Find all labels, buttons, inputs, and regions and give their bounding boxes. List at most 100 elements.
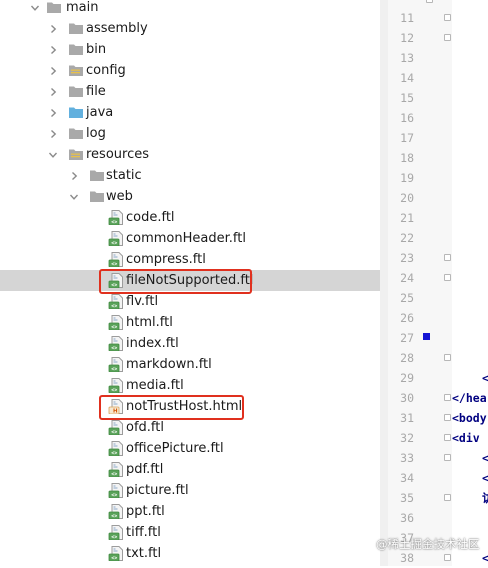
- tree-item-code-ftl[interactable]: <> code.ftl: [0, 207, 380, 228]
- tree-scrollbar[interactable]: [380, 0, 388, 566]
- line-number: 12: [400, 31, 414, 45]
- tree-item-resources[interactable]: resources: [0, 144, 380, 165]
- tree-item-tiff-ftl[interactable]: <> tiff.ftl: [0, 522, 380, 543]
- tree-item-label: ofd.ftl: [126, 420, 164, 435]
- fold-marker-icon[interactable]: [444, 274, 451, 281]
- fold-marker-icon[interactable]: [444, 394, 451, 401]
- line-number: 36: [400, 511, 414, 525]
- svg-text:<>: <>: [111, 388, 117, 394]
- tree-item-officepicture-ftl[interactable]: <> officePicture.ftl: [0, 438, 380, 459]
- bookmark-marker[interactable]: [423, 333, 430, 340]
- ftl-file-icon: <>: [108, 357, 124, 373]
- tree-item-file[interactable]: file: [0, 81, 380, 102]
- svg-text:<>: <>: [111, 430, 117, 436]
- chevron-right-icon[interactable]: [46, 18, 60, 39]
- fold-marker-icon[interactable]: [444, 494, 451, 501]
- line-number: 29: [400, 371, 414, 385]
- source-folder-icon: [68, 105, 84, 120]
- tree-item-label: html.ftl: [126, 315, 173, 330]
- tree-item-label: tiff.ftl: [126, 525, 161, 540]
- fold-marker-icon[interactable]: [426, 0, 433, 3]
- line-number: 14: [400, 71, 414, 85]
- fold-marker-icon[interactable]: [444, 14, 451, 21]
- line-number: 18: [400, 151, 414, 165]
- fold-marker-icon[interactable]: [444, 414, 451, 421]
- tree-item-label: txt.ftl: [126, 546, 162, 561]
- tree-item-label: pdf.ftl: [126, 462, 164, 477]
- tree-item-label: log: [86, 126, 106, 141]
- tree-item-java[interactable]: java: [0, 102, 380, 123]
- tree-item-picture-ftl[interactable]: <> picture.ftl: [0, 480, 380, 501]
- tree-item-label: commonHeader.ftl: [126, 231, 246, 246]
- tree-item-static[interactable]: static: [0, 165, 380, 186]
- folder-icon: [89, 168, 105, 183]
- code-editor[interactable]: < </hea <body <div < < 访 <: [452, 0, 488, 566]
- tree-item-ofd-ftl[interactable]: <> ofd.ftl: [0, 417, 380, 438]
- line-number: 17: [400, 131, 414, 145]
- ftl-file-icon: <>: [108, 336, 124, 352]
- chevron-right-icon[interactable]: [46, 60, 60, 81]
- tree-item-label: markdown.ftl: [126, 357, 212, 372]
- tree-item-index-ftl[interactable]: <> index.ftl: [0, 333, 380, 354]
- svg-text:<>: <>: [111, 367, 117, 373]
- chevron-right-icon[interactable]: [46, 123, 60, 144]
- tree-item-label: config: [86, 63, 126, 78]
- tree-item-html-ftl[interactable]: <> html.ftl: [0, 312, 380, 333]
- code-line: <: [482, 471, 488, 485]
- line-number: 11: [400, 11, 414, 25]
- tree-item-label: ppt.ftl: [126, 504, 165, 519]
- tree-item-label: main: [66, 0, 99, 15]
- tree-item-txt-ftl[interactable]: <> txt.ftl: [0, 543, 380, 564]
- tree-item-label: file: [86, 84, 106, 99]
- tree-item-ppt-ftl[interactable]: <> ppt.ftl: [0, 501, 380, 522]
- fold-marker-icon[interactable]: [444, 434, 451, 441]
- fold-marker-icon[interactable]: [444, 454, 451, 461]
- line-number: 22: [400, 231, 414, 245]
- tree-item-pdf-ftl[interactable]: <> pdf.ftl: [0, 459, 380, 480]
- tree-item-markdown-ftl[interactable]: <> markdown.ftl: [0, 354, 380, 375]
- ftl-file-icon: <>: [108, 441, 124, 457]
- tree-item-label: bin: [86, 42, 107, 57]
- line-number: 25: [400, 291, 414, 305]
- editor-gutter: 11 12 13 14 15 16 17 18 19 20 21 22 23 24 25 26 27 28 29 30…: [388, 0, 452, 566]
- fold-marker-icon[interactable]: [444, 354, 451, 361]
- line-number: 31: [400, 411, 414, 425]
- tree-item-label: web: [106, 189, 133, 204]
- fold-marker-icon[interactable]: [444, 554, 451, 561]
- ftl-file-icon: <>: [108, 252, 124, 268]
- chevron-right-icon[interactable]: [46, 39, 60, 60]
- tree-item-commonheader-ftl[interactable]: <> commonHeader.ftl: [0, 228, 380, 249]
- chevron-down-icon[interactable]: [46, 144, 60, 165]
- fold-marker-icon[interactable]: [444, 34, 451, 41]
- chevron-right-icon[interactable]: [67, 165, 81, 186]
- code-line: <: [482, 371, 488, 385]
- chevron-right-icon[interactable]: [46, 102, 60, 123]
- tree-item-flv-ftl[interactable]: <> flv.ftl: [0, 291, 380, 312]
- tree-item-assembly[interactable]: assembly: [0, 18, 380, 39]
- tree-item-compress-ftl[interactable]: <> compress.ftl: [0, 249, 380, 270]
- line-number: 15: [400, 91, 414, 105]
- tree-item-web[interactable]: web: [0, 186, 380, 207]
- code-line: 访: [482, 491, 488, 505]
- line-number: 23: [400, 251, 414, 265]
- line-number: 16: [400, 111, 414, 125]
- watermark: @稀土掘金技术社区: [376, 537, 480, 551]
- chevron-down-icon[interactable]: [67, 186, 81, 207]
- ftl-file-icon: <>: [108, 504, 124, 520]
- tree-item-bin[interactable]: bin: [0, 39, 380, 60]
- tree-item-media-ftl[interactable]: <> media.ftl: [0, 375, 380, 396]
- tree-item-main[interactable]: main: [0, 0, 380, 18]
- line-number: 35: [400, 491, 414, 505]
- tree-item-config[interactable]: config: [0, 60, 380, 81]
- line-number: 13: [400, 51, 414, 65]
- code-line: <body: [452, 411, 487, 425]
- tree-item-label: java: [86, 105, 114, 120]
- fold-marker-icon[interactable]: [444, 254, 451, 261]
- chevron-right-icon[interactable]: [46, 81, 60, 102]
- line-number: 32: [400, 431, 414, 445]
- line-number: 20: [400, 191, 414, 205]
- line-number: 19: [400, 171, 414, 185]
- chevron-down-icon[interactable]: [28, 0, 42, 18]
- project-tree[interactable]: main assembly bin config file java log resource…: [0, 0, 380, 566]
- tree-item-log[interactable]: log: [0, 123, 380, 144]
